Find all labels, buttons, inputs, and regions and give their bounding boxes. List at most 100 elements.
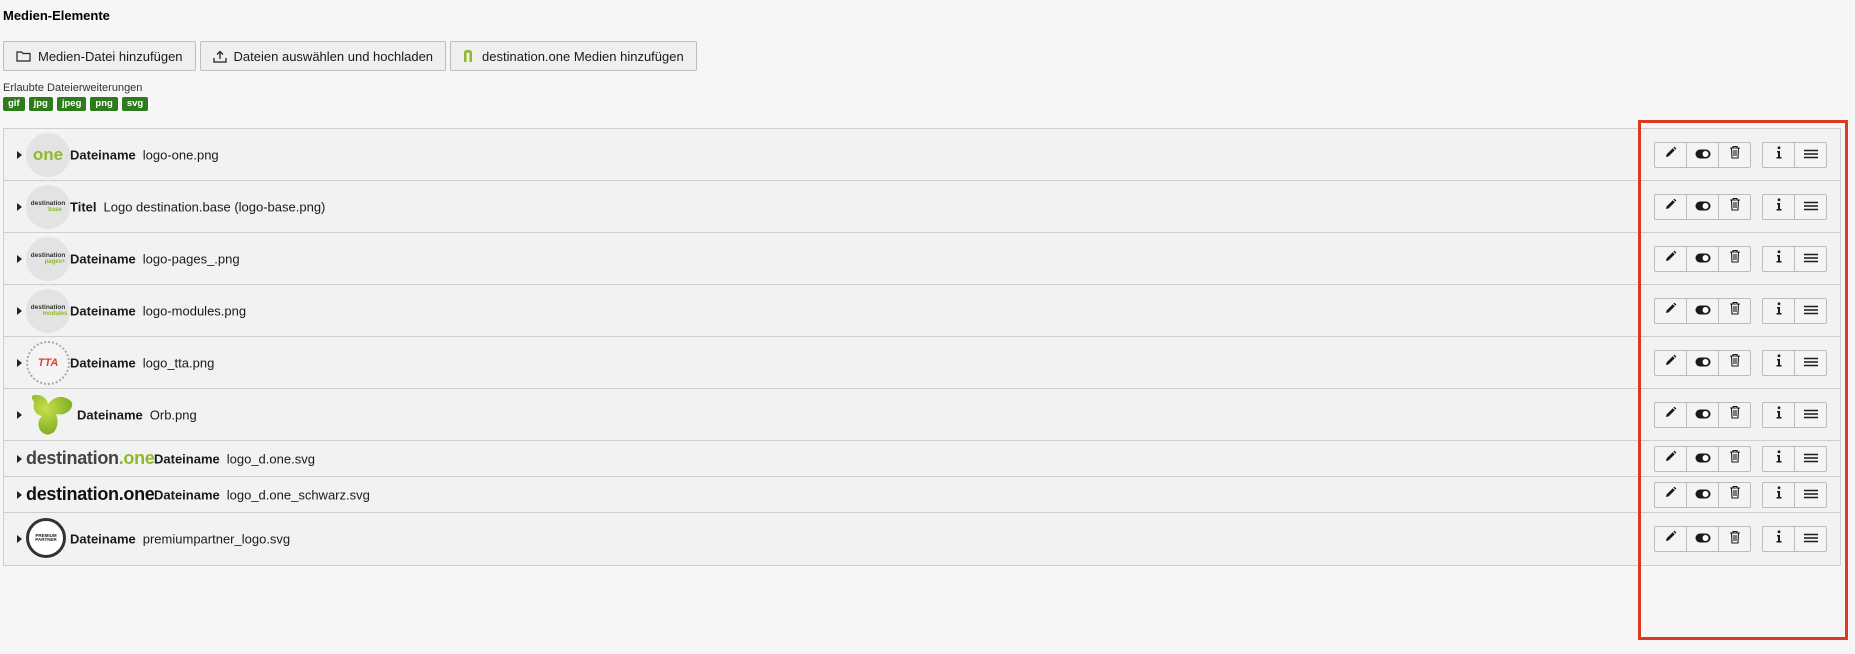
- drag-handle-button[interactable]: [1794, 193, 1827, 220]
- delete-button[interactable]: [1718, 297, 1751, 324]
- trash-icon: [1729, 449, 1741, 468]
- drag-handle-button[interactable]: [1794, 297, 1827, 324]
- edit-button[interactable]: [1654, 245, 1687, 272]
- delete-button[interactable]: [1718, 349, 1751, 376]
- visibility-toggle-button[interactable]: [1686, 141, 1719, 168]
- row-actions: [1654, 193, 1827, 220]
- toggle-icon: [1695, 198, 1711, 216]
- visibility-toggle-button[interactable]: [1686, 297, 1719, 324]
- info-button[interactable]: [1762, 445, 1795, 472]
- drag-handle-button[interactable]: [1794, 401, 1827, 428]
- thumbnail: [26, 392, 78, 443]
- pencil-icon: [1664, 406, 1677, 424]
- info-icon: [1775, 449, 1783, 468]
- edit-button[interactable]: [1654, 401, 1687, 428]
- thumbnail: destination modules: [26, 289, 70, 333]
- drag-handle-button[interactable]: [1794, 481, 1827, 508]
- upload-files-button[interactable]: Dateien auswählen und hochladen: [199, 41, 447, 71]
- pencil-icon: [1664, 302, 1677, 320]
- visibility-toggle-button[interactable]: [1686, 445, 1719, 472]
- row-actions: [1654, 445, 1827, 472]
- toggle-icon: [1695, 302, 1711, 320]
- row-actions: [1654, 401, 1827, 428]
- thumbnail: destination base: [26, 185, 70, 229]
- edit-button[interactable]: [1654, 193, 1687, 220]
- add-media-file-button[interactable]: Medien-Datei hinzufügen: [3, 41, 196, 71]
- expand-caret-icon[interactable]: [17, 306, 22, 315]
- expand-caret-icon[interactable]: [17, 410, 22, 419]
- delete-button[interactable]: [1718, 481, 1751, 508]
- media-row: Dateiname Orb.png: [4, 389, 1840, 441]
- visibility-toggle-button[interactable]: [1686, 401, 1719, 428]
- expand-caret-icon[interactable]: [17, 202, 22, 211]
- media-row: TTA Dateiname logo_tta.png: [4, 337, 1840, 389]
- delete-button[interactable]: [1718, 445, 1751, 472]
- destination-one-icon: [463, 49, 475, 63]
- delete-button[interactable]: [1718, 526, 1751, 552]
- info-button[interactable]: [1762, 141, 1795, 168]
- row-actions: [1654, 141, 1827, 168]
- drag-handle-button[interactable]: [1794, 526, 1827, 552]
- info-button[interactable]: [1762, 193, 1795, 220]
- drag-handle-icon: [1803, 450, 1818, 468]
- meta-key: Dateiname: [70, 531, 136, 547]
- visibility-toggle-button[interactable]: [1686, 481, 1719, 508]
- edit-button[interactable]: [1654, 526, 1687, 552]
- drag-handle-icon: [1803, 250, 1818, 268]
- visibility-toggle-button[interactable]: [1686, 349, 1719, 376]
- meta-key: Titel: [70, 199, 97, 214]
- upload-icon: [212, 50, 227, 63]
- meta-key: Dateiname: [70, 147, 136, 162]
- expand-caret-icon[interactable]: [17, 358, 22, 367]
- edit-button[interactable]: [1654, 297, 1687, 324]
- meta-value: premiumpartner_logo.svg: [142, 531, 291, 547]
- drag-handle-icon: [1803, 354, 1818, 372]
- trash-icon: [1729, 485, 1741, 504]
- thumbnail-subtext: pages+: [44, 259, 66, 266]
- expand-caret-icon[interactable]: [17, 490, 22, 499]
- add-destination-media-button[interactable]: destination.one Medien hinzufügen: [450, 41, 697, 71]
- section-title: Medien-Elemente: [3, 8, 110, 23]
- edit-button[interactable]: [1654, 141, 1687, 168]
- drag-handle-button[interactable]: [1794, 141, 1827, 168]
- media-toolbar: Medien-Datei hinzufügen Dateien auswähle…: [3, 41, 697, 71]
- drag-handle-icon: [1803, 302, 1818, 320]
- expand-caret-icon[interactable]: [17, 535, 22, 543]
- file-meta: Dateiname Orb.png: [77, 407, 197, 422]
- drag-handle-button[interactable]: [1794, 349, 1827, 376]
- meta-value: Orb.png: [149, 407, 197, 422]
- edit-button[interactable]: [1654, 481, 1687, 508]
- upload-files-label: Dateien auswählen und hochladen: [233, 48, 434, 64]
- visibility-toggle-button[interactable]: [1686, 526, 1719, 552]
- info-button[interactable]: [1762, 349, 1795, 376]
- drag-handle-button[interactable]: [1794, 245, 1827, 272]
- trash-icon: [1729, 353, 1741, 372]
- thumbnail-subtext: base: [48, 207, 62, 214]
- thumbnail-subtext: .one: [118, 448, 155, 468]
- info-button[interactable]: [1762, 401, 1795, 428]
- expand-caret-icon[interactable]: [17, 254, 22, 263]
- meta-key: Dateiname: [154, 487, 220, 502]
- drag-handle-icon: [1803, 486, 1818, 504]
- edit-button[interactable]: [1654, 349, 1687, 376]
- info-button[interactable]: [1762, 297, 1795, 324]
- info-button[interactable]: [1762, 481, 1795, 508]
- expand-caret-icon[interactable]: [17, 150, 22, 159]
- media-row: destination pages+ Dateiname logo-pages_.…: [4, 233, 1840, 285]
- delete-button[interactable]: [1718, 245, 1751, 272]
- media-row: destination modules Dateiname logo-module…: [4, 285, 1840, 337]
- add-destination-media-label: destination.one Medien hinzufügen: [482, 48, 684, 64]
- delete-button[interactable]: [1718, 401, 1751, 428]
- expand-caret-icon[interactable]: [17, 454, 22, 463]
- trash-icon: [1729, 145, 1741, 164]
- toggle-icon: [1695, 250, 1711, 268]
- media-row: one Dateiname logo-one.png: [4, 129, 1840, 181]
- drag-handle-button[interactable]: [1794, 445, 1827, 472]
- delete-button[interactable]: [1718, 193, 1751, 220]
- info-button[interactable]: [1762, 245, 1795, 272]
- visibility-toggle-button[interactable]: [1686, 193, 1719, 220]
- info-button[interactable]: [1762, 526, 1795, 552]
- visibility-toggle-button[interactable]: [1686, 245, 1719, 272]
- edit-button[interactable]: [1654, 445, 1687, 472]
- delete-button[interactable]: [1718, 141, 1751, 168]
